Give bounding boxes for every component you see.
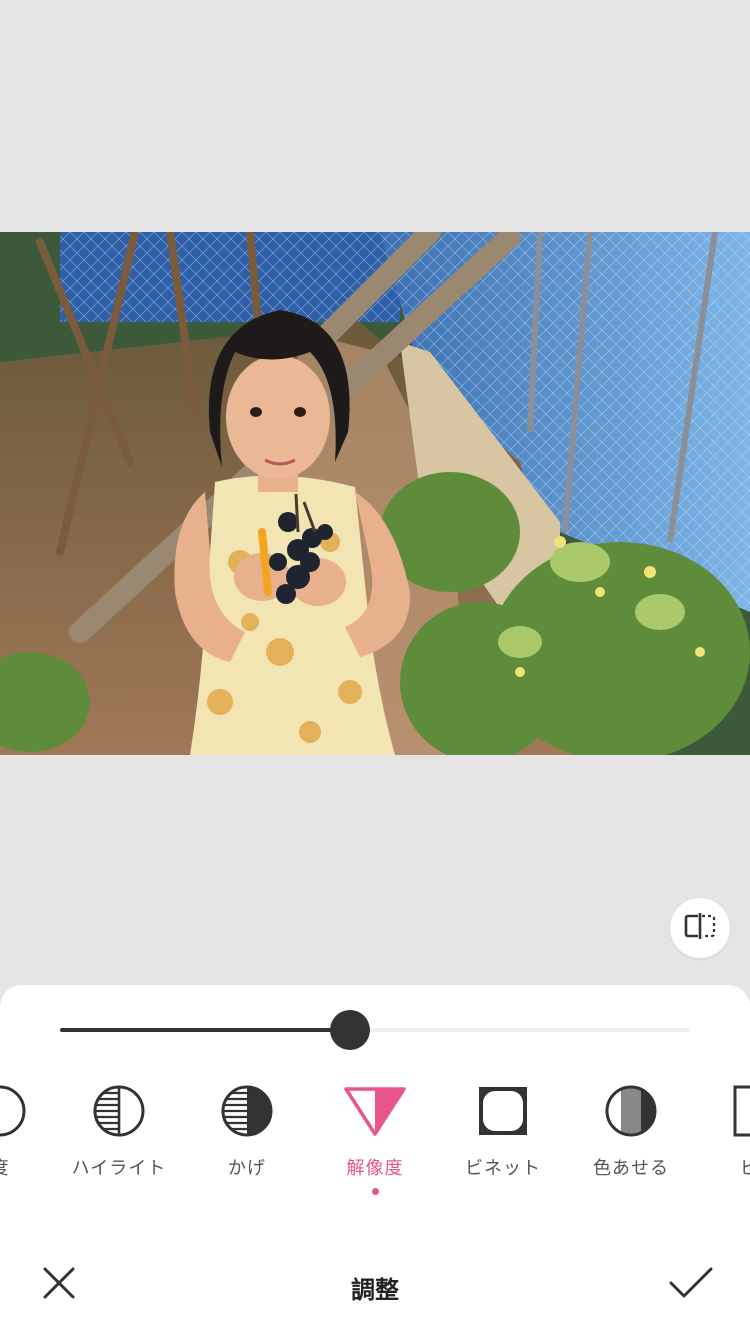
tool-label: 度 xyxy=(0,1154,10,1180)
adjustment-slider[interactable] xyxy=(60,1010,690,1050)
tool-focus[interactable]: ビン xyxy=(695,1080,750,1200)
edited-photo xyxy=(0,232,750,755)
tool-sharpness[interactable]: 解像度 xyxy=(311,1080,439,1200)
sharpness-triangle-icon xyxy=(344,1086,406,1140)
highlight-icon xyxy=(92,1084,146,1142)
tool-shadow[interactable]: かげ xyxy=(183,1080,311,1200)
tool-label: ビネット xyxy=(465,1158,541,1179)
vignette-icon xyxy=(476,1084,530,1142)
tool-fade[interactable]: 色あせる xyxy=(567,1080,695,1200)
tool-label: かげ xyxy=(228,1158,266,1179)
shadow-icon xyxy=(220,1084,274,1142)
tool-vignette[interactable]: ビネット xyxy=(439,1080,567,1200)
compare-button[interactable] xyxy=(670,898,730,958)
checkmark-icon xyxy=(668,1266,714,1304)
tool-label: ビン xyxy=(740,1154,750,1180)
partial-square-icon xyxy=(732,1084,750,1142)
tool-strip[interactable]: 度 ハイライト xyxy=(0,1080,750,1200)
tool-label: 色あせる xyxy=(593,1158,669,1179)
slider-fill xyxy=(60,1028,350,1032)
confirm-button[interactable] xyxy=(666,1262,716,1308)
tool-highlight[interactable]: ハイライト xyxy=(55,1080,183,1200)
slider-thumb[interactable] xyxy=(330,1010,370,1050)
bottom-bar: 調整 xyxy=(0,1240,750,1330)
fade-icon xyxy=(604,1084,658,1142)
tool-label: 解像度 xyxy=(346,1158,404,1179)
active-indicator xyxy=(371,1188,379,1195)
photo-canvas xyxy=(0,0,750,985)
partial-circle-icon xyxy=(0,1084,27,1142)
tool-label: ハイライト xyxy=(71,1158,167,1179)
compare-icon xyxy=(682,913,718,943)
page-title: 調整 xyxy=(351,1276,399,1304)
